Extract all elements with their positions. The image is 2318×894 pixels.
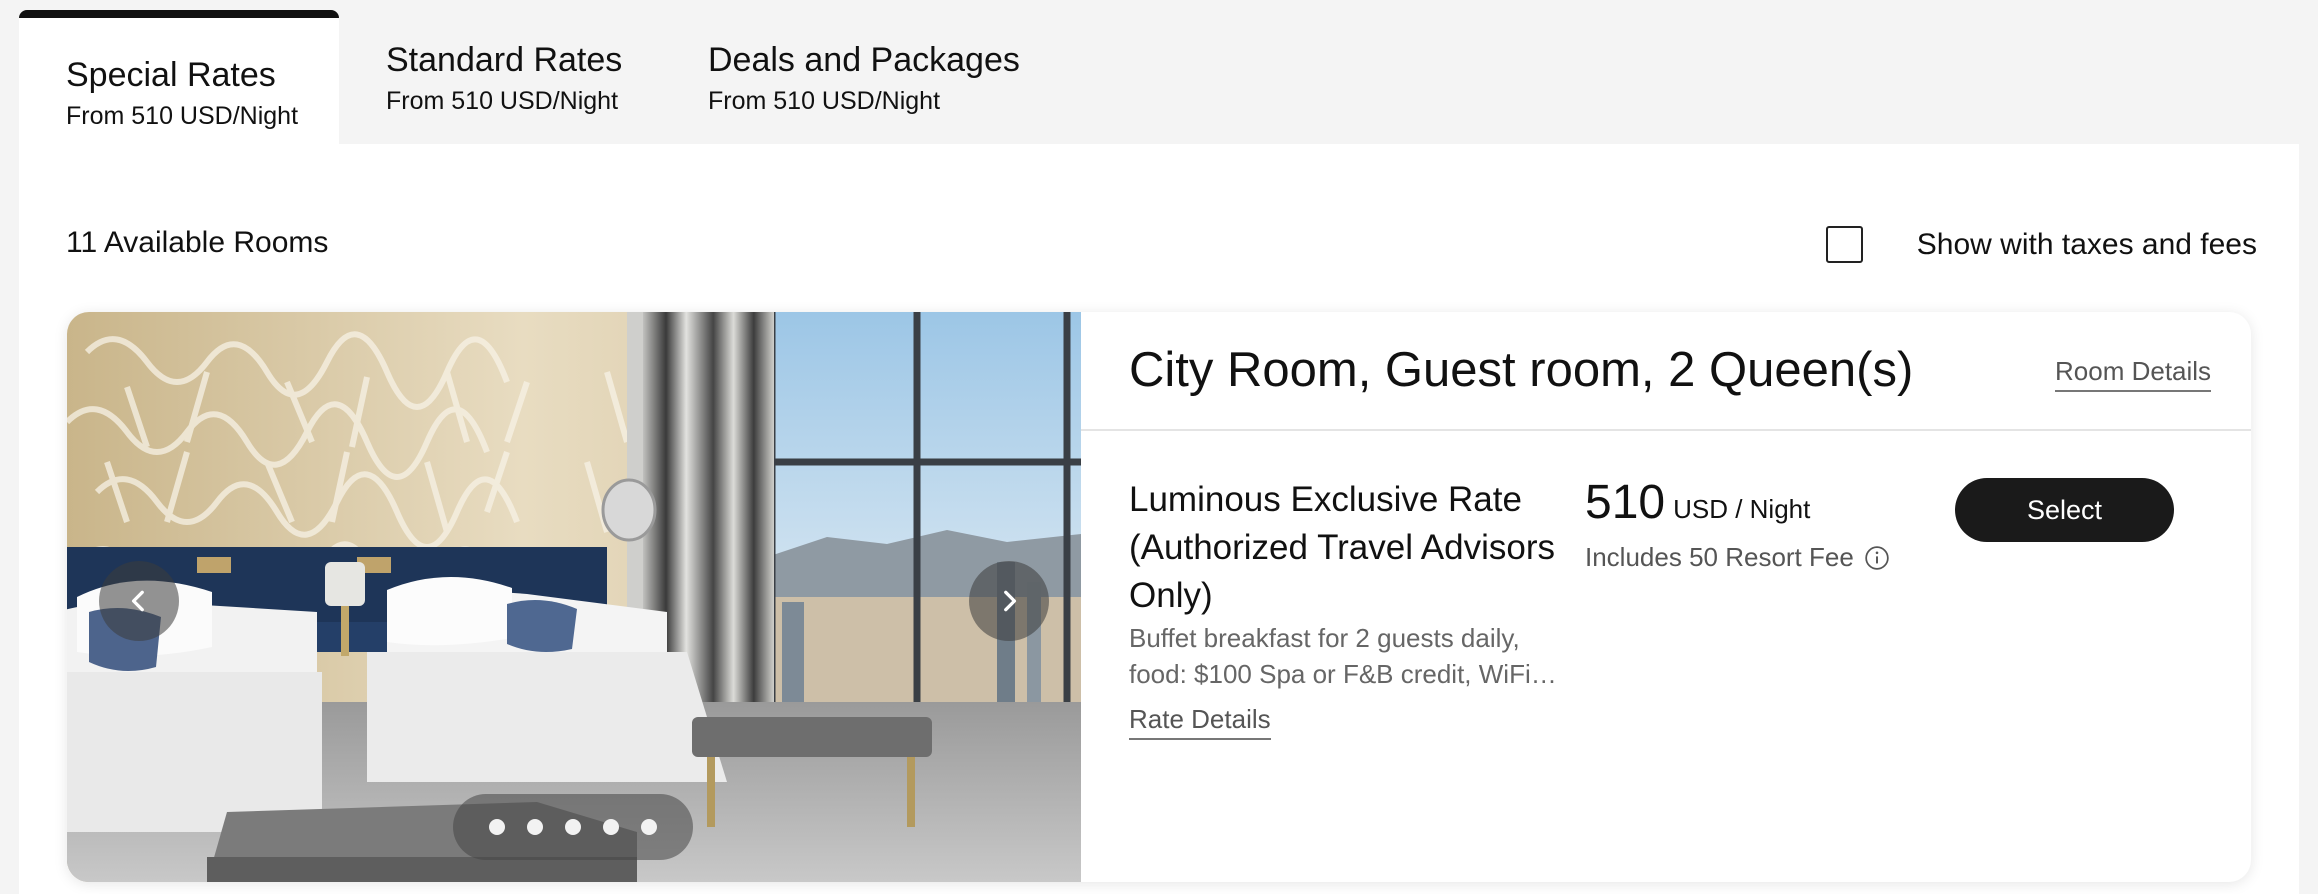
room-details-link[interactable]: Room Details	[2055, 356, 2212, 392]
gallery-dot-2[interactable]	[527, 819, 543, 835]
rate-description: Buffet breakfast for 2 guests daily, foo…	[1129, 620, 1561, 692]
gallery-pagination	[453, 794, 693, 860]
select-button[interactable]: Select	[1955, 478, 2174, 542]
tab-title: Standard Rates	[386, 41, 623, 79]
tab-price: From 510 USD/Night	[66, 102, 299, 130]
price-amount: 510	[1585, 476, 1666, 529]
info-icon[interactable]	[1864, 545, 1890, 571]
gallery-prev-button[interactable]	[99, 561, 179, 641]
gallery-dot-4[interactable]	[603, 819, 619, 835]
tab-title: Special Rates	[66, 56, 276, 94]
tab-special-rates[interactable]: Special Rates From 510 USD/Night	[19, 10, 339, 144]
rate-name: Luminous Exclusive Rate (Authorized Trav…	[1129, 480, 1556, 615]
gallery-dot-5[interactable]	[641, 819, 657, 835]
rate-tabs: Special Rates From 510 USD/Night Standar…	[19, 10, 1020, 144]
gallery-dot-3[interactable]	[565, 819, 581, 835]
resort-fee-note: Includes 50 Resort Fee	[1585, 542, 1890, 573]
rates-panel: 11 Available Rooms Show with taxes and f…	[19, 144, 2299, 894]
tab-deals-and-packages[interactable]: Deals and Packages From 510 USD/Night	[659, 10, 1020, 144]
tab-standard-rates[interactable]: Standard Rates From 510 USD/Night	[339, 10, 659, 144]
price: 510 USD / Night	[1585, 475, 1810, 530]
rate-details-link[interactable]: Rate Details	[1129, 704, 1271, 740]
gallery-next-button[interactable]	[969, 561, 1049, 641]
room-info: City Room, Guest room, 2 Queen(s) Room D…	[1081, 312, 2251, 882]
resort-fee-text: Includes 50 Resort Fee	[1585, 542, 1854, 572]
rate-description-line: food: $100 Spa or F&B credit, WiFi, a…	[1129, 659, 1561, 689]
rate-description-line: Buffet breakfast for 2 guests daily,	[1129, 623, 1520, 653]
gallery-dot-1[interactable]	[489, 819, 505, 835]
divider	[1081, 429, 2251, 431]
chevron-left-icon	[131, 590, 144, 612]
tab-title: Deals and Packages	[708, 41, 1020, 79]
room-title: City Room, Guest room, 2 Queen(s)	[1129, 343, 1914, 397]
price-unit: USD / Night	[1673, 494, 1811, 524]
chevron-right-icon	[1004, 590, 1017, 612]
taxes-checkbox[interactable]	[1825, 226, 1863, 263]
tab-price: From 510 USD/Night	[708, 87, 941, 115]
available-rooms-count: 11 Available Rooms	[66, 226, 329, 259]
tab-price: From 510 USD/Night	[386, 87, 619, 115]
show-taxes-toggle[interactable]: Show with taxes and fees	[1825, 226, 2257, 263]
room-card: City Room, Guest room, 2 Queen(s) Room D…	[67, 312, 2251, 882]
taxes-checkbox-label[interactable]: Show with taxes and fees	[1917, 228, 2257, 262]
room-photo-gallery[interactable]	[67, 312, 1081, 882]
